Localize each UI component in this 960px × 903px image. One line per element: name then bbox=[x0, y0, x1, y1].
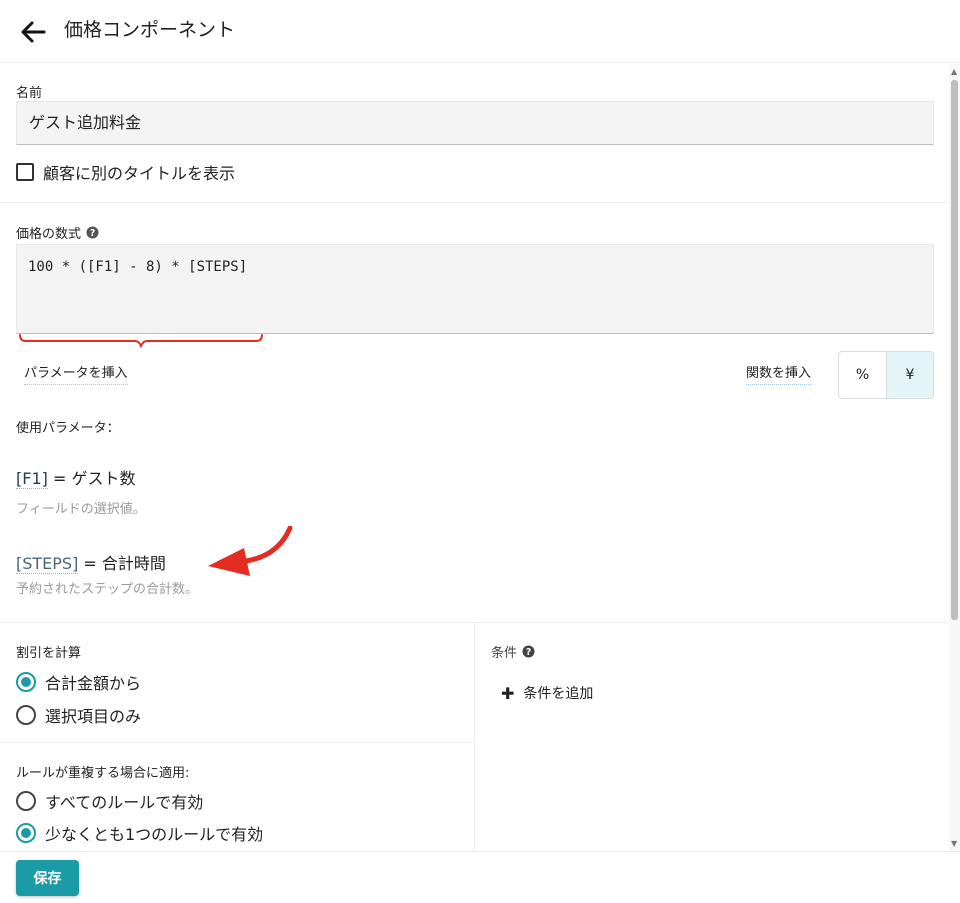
param-steps-code: [STEPS] bbox=[16, 554, 79, 574]
scroll-up-icon[interactable]: ▲ bbox=[951, 67, 957, 76]
param-steps-description: 予約されたステップの合計数。 bbox=[16, 582, 199, 597]
conditions-label: 条件 bbox=[491, 646, 518, 661]
conditions-title: 条件 ? bbox=[491, 642, 535, 661]
plus-icon: ✚ bbox=[501, 683, 515, 703]
svg-text:?: ? bbox=[526, 647, 531, 658]
formula-label: 価格の数式 bbox=[16, 227, 82, 242]
add-condition-label: 条件を追加 bbox=[523, 686, 594, 702]
formula-underline-annotation bbox=[19, 334, 263, 348]
scroll-down-icon[interactable]: ▼ bbox=[951, 839, 957, 848]
show-title-checkbox[interactable] bbox=[16, 163, 34, 181]
scrollbar-thumb[interactable] bbox=[951, 80, 958, 620]
question-circle-icon[interactable]: ? bbox=[522, 645, 535, 658]
param-f1-description: フィールドの選択値。 bbox=[16, 502, 146, 517]
page-title: 価格コンポーネント bbox=[64, 19, 236, 41]
question-circle-icon[interactable]: ? bbox=[86, 226, 99, 239]
yen-unit-button[interactable]: ¥ bbox=[885, 352, 933, 398]
formula-text: 100 * ([F1] - 8) * [STEPS] bbox=[28, 259, 248, 275]
param-steps-eq: = 合計時間 bbox=[78, 554, 166, 573]
rules-section: 割引を計算 合計金額から 選択項目のみ ルールが重複する場合に適用: すべてのル… bbox=[0, 622, 948, 851]
formula-input[interactable]: 100 * ([F1] - 8) * [STEPS] bbox=[16, 244, 934, 334]
red-arrow-annotation bbox=[208, 526, 293, 576]
arrow-left-icon bbox=[21, 21, 46, 43]
overlap-option-any[interactable]: 少なくとも1つのルールで有効 bbox=[16, 821, 263, 845]
show-title-checkbox-row[interactable]: 顧客に別のタイトルを表示 bbox=[16, 161, 235, 183]
overlap-label: ルールが重複する場合に適用: bbox=[16, 766, 190, 781]
unit-toggle: % ¥ bbox=[838, 351, 934, 399]
overlap-option-all-label: すべてのルールで有効 bbox=[45, 793, 204, 812]
radio-selected-items[interactable] bbox=[16, 705, 36, 725]
add-condition-button[interactable]: ✚ 条件を追加 bbox=[501, 683, 593, 703]
radio-total-amount[interactable] bbox=[16, 672, 36, 692]
svg-text:?: ? bbox=[90, 228, 95, 239]
name-label: 名前 bbox=[16, 86, 43, 101]
name-section: 名前 ゲスト追加料金 顧客に別のタイトルを表示 bbox=[0, 64, 948, 203]
radio-all-rules[interactable] bbox=[16, 791, 36, 811]
discount-option-total-label: 合計金額から bbox=[45, 674, 142, 693]
param-f1-eq: = ゲスト数 bbox=[47, 469, 136, 488]
save-button[interactable]: 保存 bbox=[16, 860, 79, 896]
discount-label: 割引を計算 bbox=[16, 646, 82, 661]
discount-option-selected-label: 選択項目のみ bbox=[45, 707, 142, 726]
overlap-option-any-label: 少なくとも1つのルールで有効 bbox=[45, 825, 264, 844]
radio-any-rule[interactable] bbox=[16, 823, 36, 843]
insert-function-link[interactable]: 関数を挿入 bbox=[746, 362, 812, 385]
form-content: 名前 ゲスト追加料金 顧客に別のタイトルを表示 価格の数式 ? 100 * ([… bbox=[0, 64, 948, 851]
params-title: 使用パラメータ： bbox=[16, 421, 120, 436]
percent-unit-button[interactable]: % bbox=[839, 352, 886, 398]
divider bbox=[0, 742, 475, 743]
back-button[interactable] bbox=[18, 17, 48, 47]
param-steps: [STEPS] = 合計時間 bbox=[16, 550, 166, 574]
formula-label-row: 価格の数式 ? bbox=[16, 223, 99, 242]
rules-left-column: 割引を計算 合計金額から 選択項目のみ ルールが重複する場合に適用: すべてのル… bbox=[0, 623, 475, 851]
discount-option-selected[interactable]: 選択項目のみ bbox=[16, 703, 141, 727]
insert-parameter-link[interactable]: パラメータを挿入 bbox=[24, 362, 128, 385]
name-input[interactable]: ゲスト追加料金 bbox=[16, 101, 934, 145]
overlap-option-all[interactable]: すべてのルールで有効 bbox=[16, 789, 203, 813]
show-title-checkbox-label: 顧客に別のタイトルを表示 bbox=[43, 164, 236, 183]
top-bar: 価格コンポーネント bbox=[0, 0, 960, 63]
discount-option-total[interactable]: 合計金額から bbox=[16, 670, 141, 694]
footer-bar: 保存 bbox=[0, 851, 960, 903]
param-f1: [F1] = ゲスト数 bbox=[16, 465, 135, 489]
param-f1-code: [F1] bbox=[16, 469, 48, 489]
